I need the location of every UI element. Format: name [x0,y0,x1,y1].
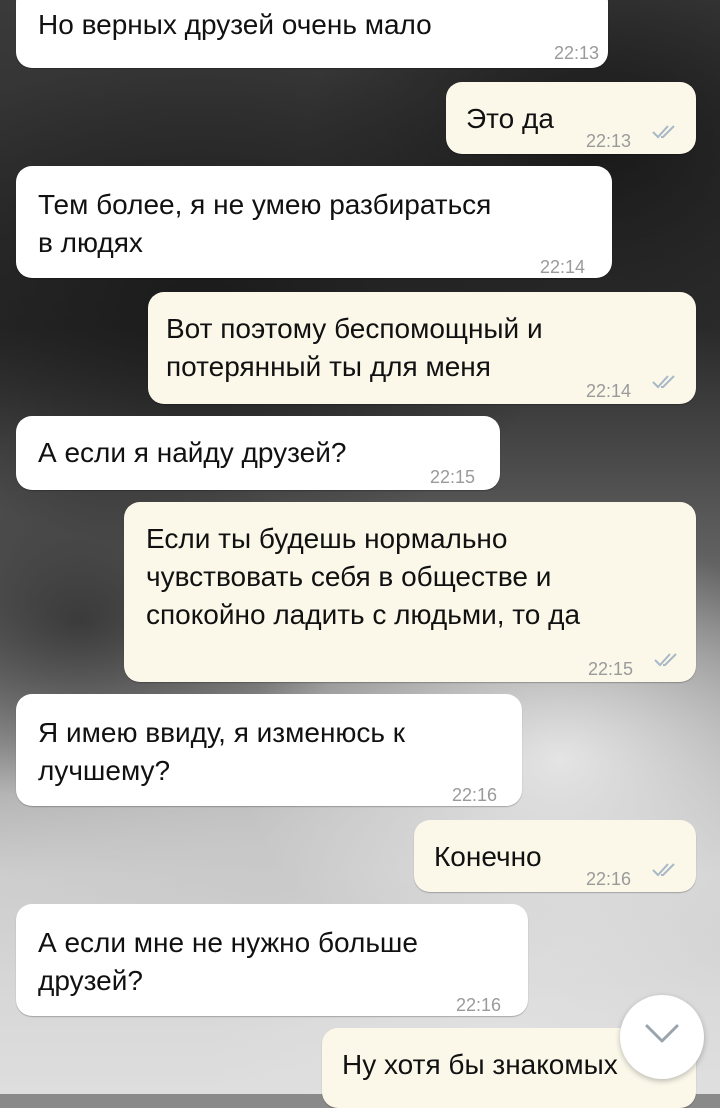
message-outgoing[interactable]: Это да 22:13 [446,82,696,154]
message-text: Тем более, я не умею разбираться в людях [38,189,492,258]
double-check-icon [652,124,680,140]
message-outgoing[interactable]: Если ты будешь нормально чувствовать себ… [124,502,696,682]
message-time: 22:15 [430,467,476,487]
message-time: 22:14 [540,257,586,277]
message-time: 22:15 [588,659,634,679]
message-incoming[interactable]: Но верных друзей очень мало 22:13 [16,0,608,68]
message-text: Это да [466,103,554,134]
message-incoming[interactable]: А если я найду друзей? 22:15 [16,416,500,490]
message-text: Если ты будешь нормально чувствовать себ… [146,523,581,630]
message-time: 22:16 [586,869,632,889]
message-text: Вот поэтому беспомощный и потерянный ты … [166,313,543,382]
message-text: Конечно [434,841,542,872]
double-check-icon [652,374,680,390]
message-time: 22:16 [452,785,498,805]
scroll-down-button[interactable] [620,995,704,1079]
message-incoming[interactable]: А если мне не нужно больше друзей? 22:16 [16,904,528,1016]
message-text: А если я найду друзей? [38,437,347,468]
double-check-icon [652,862,680,878]
message-time: 22:13 [586,131,632,151]
message-time: 22:14 [586,381,632,401]
chevron-down-icon [645,1024,679,1043]
message-time: 22:16 [456,995,502,1015]
message-time: 22:13 [554,43,600,63]
message-text: Я имею ввиду, я изменюсь к лучшему? [38,717,406,786]
message-outgoing[interactable]: Конечно 22:16 [414,820,696,892]
message-incoming[interactable]: Я имею ввиду, я изменюсь к лучшему? 22:1… [16,694,522,806]
message-text: Но верных друзей очень мало [38,9,432,40]
message-outgoing[interactable]: Вот поэтому беспомощный и потерянный ты … [148,292,696,404]
message-incoming[interactable]: Тем более, я не умею разбираться в людях… [16,166,612,278]
message-text: А если мне не нужно больше друзей? [38,927,418,996]
double-check-icon [654,652,682,668]
message-text: Ну хотя бы знакомых [342,1049,618,1080]
